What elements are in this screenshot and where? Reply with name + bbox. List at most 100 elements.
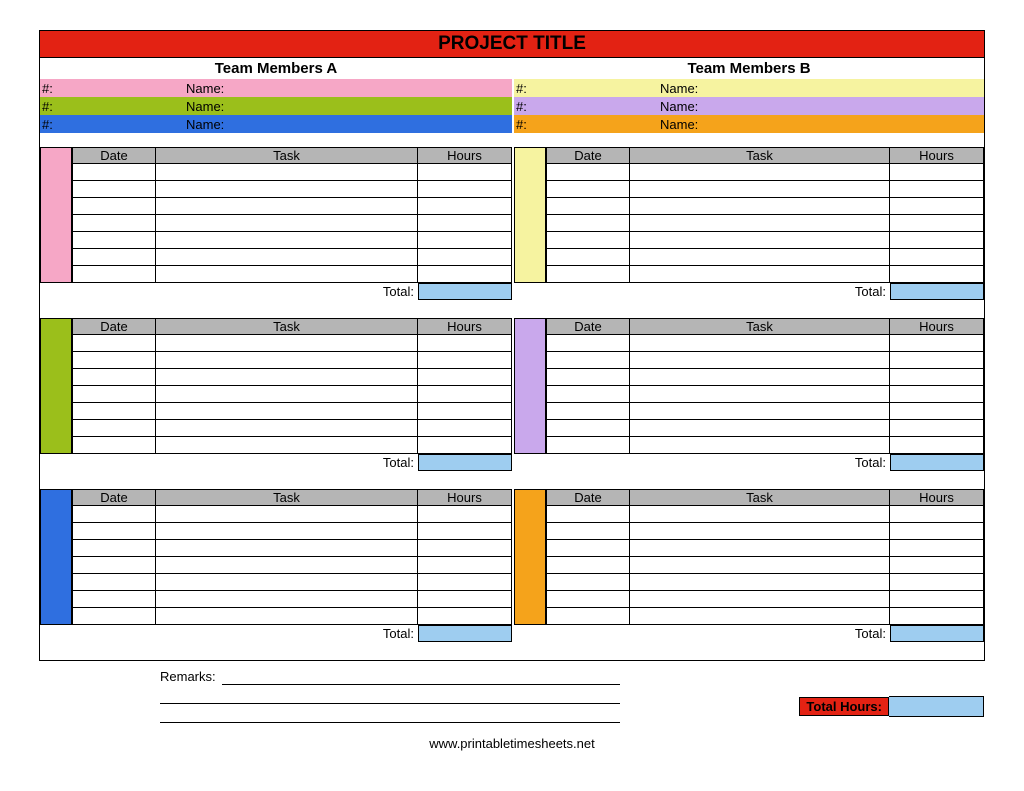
cell-date[interactable] <box>546 164 630 181</box>
cell-hours[interactable] <box>890 591 984 608</box>
cell-hours[interactable] <box>418 523 512 540</box>
cell-date[interactable] <box>72 540 156 557</box>
cell-task[interactable] <box>156 249 418 266</box>
cell-hours[interactable] <box>418 249 512 266</box>
cell-task[interactable] <box>630 574 890 591</box>
cell-task[interactable] <box>630 437 890 454</box>
cell-hours[interactable] <box>890 608 984 625</box>
cell-hours[interactable] <box>890 557 984 574</box>
cell-date[interactable] <box>72 232 156 249</box>
cell-hours[interactable] <box>890 266 984 283</box>
cell-hours[interactable] <box>890 198 984 215</box>
cell-hours[interactable] <box>418 164 512 181</box>
cell-task[interactable] <box>630 557 890 574</box>
cell-task[interactable] <box>630 266 890 283</box>
cell-date[interactable] <box>546 523 630 540</box>
cell-hours[interactable] <box>890 540 984 557</box>
cell-task[interactable] <box>630 540 890 557</box>
cell-date[interactable] <box>546 215 630 232</box>
cell-hours[interactable] <box>418 591 512 608</box>
cell-date[interactable] <box>546 335 630 352</box>
cell-task[interactable] <box>630 591 890 608</box>
cell-date[interactable] <box>72 249 156 266</box>
block-total-value[interactable] <box>890 625 984 642</box>
block-total-value[interactable] <box>890 283 984 300</box>
cell-date[interactable] <box>546 266 630 283</box>
cell-task[interactable] <box>156 574 418 591</box>
cell-hours[interactable] <box>418 557 512 574</box>
cell-task[interactable] <box>630 369 890 386</box>
cell-date[interactable] <box>546 198 630 215</box>
cell-hours[interactable] <box>418 608 512 625</box>
cell-date[interactable] <box>72 335 156 352</box>
cell-hours[interactable] <box>890 523 984 540</box>
cell-hours[interactable] <box>418 215 512 232</box>
cell-task[interactable] <box>630 232 890 249</box>
cell-task[interactable] <box>630 352 890 369</box>
cell-task[interactable] <box>156 266 418 283</box>
cell-hours[interactable] <box>418 506 512 523</box>
cell-hours[interactable] <box>890 437 984 454</box>
cell-date[interactable] <box>546 369 630 386</box>
cell-date[interactable] <box>72 164 156 181</box>
cell-date[interactable] <box>546 386 630 403</box>
cell-date[interactable] <box>546 557 630 574</box>
cell-task[interactable] <box>156 232 418 249</box>
cell-hours[interactable] <box>418 540 512 557</box>
cell-date[interactable] <box>72 420 156 437</box>
cell-hours[interactable] <box>890 181 984 198</box>
cell-hours[interactable] <box>890 232 984 249</box>
cell-hours[interactable] <box>890 420 984 437</box>
cell-date[interactable] <box>72 437 156 454</box>
cell-hours[interactable] <box>890 574 984 591</box>
cell-date[interactable] <box>72 608 156 625</box>
block-total-value[interactable] <box>890 454 984 471</box>
cell-hours[interactable] <box>418 437 512 454</box>
cell-date[interactable] <box>72 198 156 215</box>
cell-date[interactable] <box>546 437 630 454</box>
cell-date[interactable] <box>72 386 156 403</box>
cell-task[interactable] <box>630 215 890 232</box>
remarks-line[interactable] <box>160 707 620 723</box>
cell-hours[interactable] <box>890 386 984 403</box>
cell-hours[interactable] <box>890 403 984 420</box>
cell-task[interactable] <box>156 557 418 574</box>
cell-hours[interactable] <box>890 506 984 523</box>
remarks-line[interactable] <box>222 669 620 685</box>
cell-task[interactable] <box>630 198 890 215</box>
cell-date[interactable] <box>546 352 630 369</box>
cell-task[interactable] <box>630 386 890 403</box>
cell-date[interactable] <box>72 557 156 574</box>
cell-task[interactable] <box>156 198 418 215</box>
cell-date[interactable] <box>72 506 156 523</box>
cell-task[interactable] <box>630 335 890 352</box>
cell-date[interactable] <box>546 232 630 249</box>
cell-date[interactable] <box>546 608 630 625</box>
cell-date[interactable] <box>72 352 156 369</box>
cell-task[interactable] <box>156 591 418 608</box>
cell-date[interactable] <box>72 266 156 283</box>
cell-task[interactable] <box>156 215 418 232</box>
cell-hours[interactable] <box>890 335 984 352</box>
cell-task[interactable] <box>156 437 418 454</box>
cell-date[interactable] <box>546 506 630 523</box>
cell-hours[interactable] <box>418 369 512 386</box>
cell-date[interactable] <box>72 403 156 420</box>
cell-hours[interactable] <box>890 249 984 266</box>
total-hours-value[interactable] <box>889 696 984 717</box>
cell-hours[interactable] <box>890 369 984 386</box>
cell-hours[interactable] <box>418 420 512 437</box>
cell-hours[interactable] <box>890 215 984 232</box>
cell-date[interactable] <box>546 591 630 608</box>
cell-task[interactable] <box>630 249 890 266</box>
block-total-value[interactable] <box>418 283 512 300</box>
cell-hours[interactable] <box>418 198 512 215</box>
block-total-value[interactable] <box>418 625 512 642</box>
cell-task[interactable] <box>156 164 418 181</box>
cell-hours[interactable] <box>418 266 512 283</box>
cell-task[interactable] <box>630 523 890 540</box>
cell-task[interactable] <box>156 181 418 198</box>
cell-task[interactable] <box>630 608 890 625</box>
remarks-line[interactable] <box>160 688 620 704</box>
cell-task[interactable] <box>156 352 418 369</box>
